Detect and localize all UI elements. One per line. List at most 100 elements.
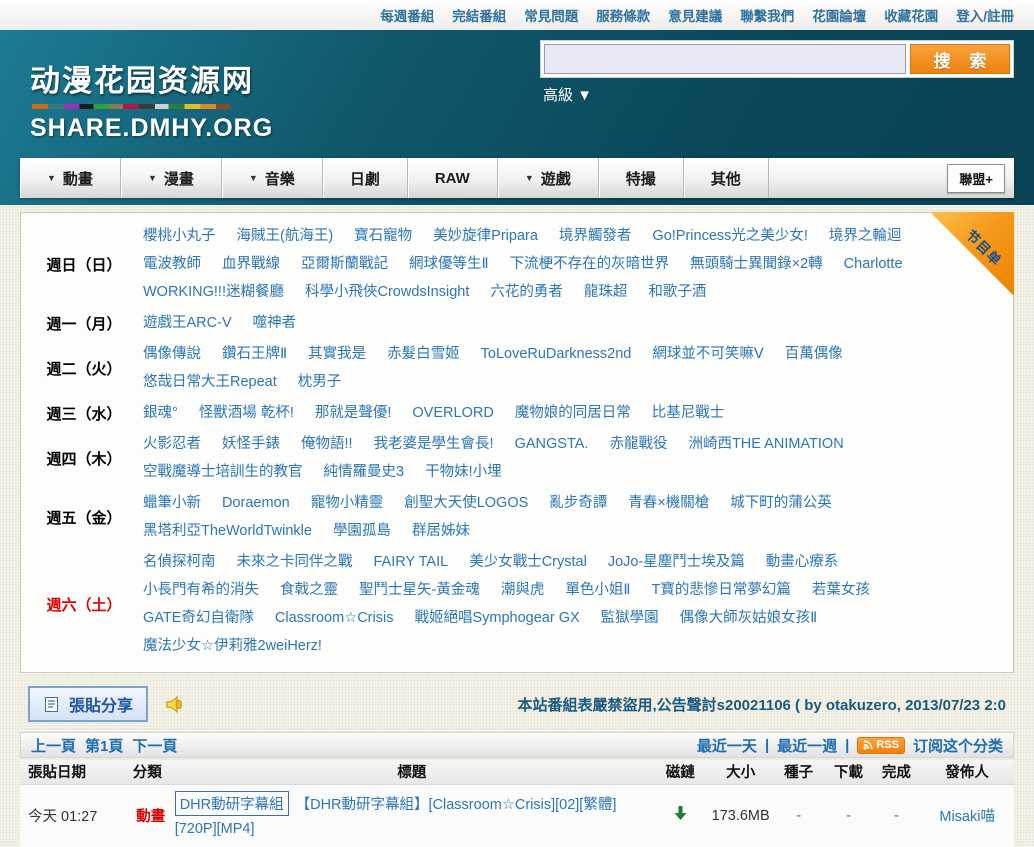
schedule-show-link[interactable]: 美少女戰士Crystal xyxy=(469,552,587,573)
recent-week-link[interactable]: 最近一週 xyxy=(777,735,837,756)
schedule-show-link[interactable]: 科學小飛俠CrowdsInsight xyxy=(305,282,469,303)
schedule-show-link[interactable]: 亞爾斯蘭戰記 xyxy=(301,254,388,275)
schedule-show-link[interactable]: 赤髮白雪姬 xyxy=(387,344,460,365)
top-nav-link[interactable]: 完結番組 xyxy=(452,5,506,25)
schedule-show-link[interactable]: 學園孤島 xyxy=(333,521,391,542)
schedule-show-link[interactable]: 境界觸發者 xyxy=(559,226,632,247)
schedule-show-link[interactable]: 名偵探柯南 xyxy=(143,552,216,573)
schedule-show-link[interactable]: 創聖大天使LOGOS xyxy=(404,493,528,514)
advanced-search-toggle[interactable]: 高級 ▼ xyxy=(543,84,592,105)
schedule-show-link[interactable]: 噬神者 xyxy=(253,313,297,334)
column-header[interactable]: 標題 xyxy=(172,760,652,784)
schedule-show-link[interactable]: 比基尼戰士 xyxy=(652,403,725,424)
schedule-show-link[interactable]: 若葉女孩 xyxy=(812,580,870,601)
schedule-show-link[interactable]: 網球並不可笑嘛Ⅴ xyxy=(652,344,763,365)
menu-item[interactable]: ▼遊戲 xyxy=(498,158,599,198)
schedule-show-link[interactable]: 海賊王(航海王) xyxy=(237,226,334,247)
column-header[interactable]: 完成 xyxy=(872,760,920,784)
schedule-show-link[interactable]: 悠哉日常大王Repeat xyxy=(143,372,277,393)
schedule-show-link[interactable]: 魔法少女☆伊莉雅2weiHerz! xyxy=(143,636,322,657)
schedule-show-link[interactable]: 戰姬絕唱Symphogear GX xyxy=(414,608,579,629)
prev-page-link[interactable]: 上一頁 xyxy=(31,735,76,756)
schedule-show-link[interactable]: ToLoveRuDarkness2nd xyxy=(481,344,632,365)
schedule-show-link[interactable]: Doraemon xyxy=(222,493,290,514)
menu-item[interactable]: ▼動畫 xyxy=(20,158,121,198)
top-nav-link[interactable]: 登入/註冊 xyxy=(956,5,1014,25)
schedule-show-link[interactable]: 境界之輪迴 xyxy=(829,226,902,247)
schedule-show-link[interactable]: JoJo-星塵鬥士埃及篇 xyxy=(608,552,745,573)
top-nav-link[interactable]: 服務條款 xyxy=(596,5,650,25)
schedule-show-link[interactable]: 鑽石王牌Ⅱ xyxy=(222,344,287,365)
search-button[interactable]: 搜 索 xyxy=(910,44,1010,74)
top-nav-link[interactable]: 常見問題 xyxy=(524,5,578,25)
schedule-show-link[interactable]: 我老婆是學生會長! xyxy=(374,434,494,455)
schedule-show-link[interactable]: 食戟之靈 xyxy=(280,580,338,601)
schedule-show-link[interactable]: 下流梗不存在的灰暗世界 xyxy=(510,254,670,275)
schedule-show-link[interactable]: 偶像大師灰姑娘女孩Ⅱ xyxy=(680,608,818,629)
schedule-show-link[interactable]: 其實我是 xyxy=(308,344,366,365)
top-nav-link[interactable]: 花園論壇 xyxy=(812,5,866,25)
schedule-show-link[interactable]: 純情羅曼史3 xyxy=(324,462,405,483)
menu-item[interactable]: 其他 xyxy=(684,158,769,198)
schedule-show-link[interactable]: 魔物娘的同居日常 xyxy=(515,403,631,424)
schedule-show-link[interactable]: 監獄學園 xyxy=(601,608,659,629)
schedule-show-link[interactable]: 潮與虎 xyxy=(501,580,545,601)
schedule-show-link[interactable]: 洲崎西THE ANIMATION xyxy=(688,434,843,455)
schedule-show-link[interactable]: 血界戰線 xyxy=(222,254,280,275)
schedule-show-link[interactable]: 群居姊妹 xyxy=(412,521,470,542)
schedule-show-link[interactable]: 俺物語!! xyxy=(301,434,353,455)
schedule-show-link[interactable]: OVERLORD xyxy=(412,403,493,424)
schedule-show-link[interactable]: 干物妹!小埋 xyxy=(425,462,502,483)
schedule-show-link[interactable]: 偶像傳說 xyxy=(143,344,201,365)
publisher-link[interactable]: Misaki喵 xyxy=(939,809,995,825)
schedule-show-link[interactable]: 那就是聲優! xyxy=(315,403,392,424)
schedule-show-link[interactable]: 小長門有希的消失 xyxy=(143,580,259,601)
schedule-show-link[interactable]: 火影忍者 xyxy=(143,434,201,455)
rss-icon[interactable]: RSS xyxy=(857,737,905,754)
schedule-show-link[interactable]: 百萬偶像 xyxy=(785,344,843,365)
next-page-link[interactable]: 下一頁 xyxy=(132,735,177,756)
column-header[interactable]: 磁鏈 xyxy=(652,760,709,784)
team-link[interactable]: DHR動研字幕組 xyxy=(175,791,289,816)
schedule-show-link[interactable]: 黑塔利亞TheWorldTwinkle xyxy=(143,521,312,542)
menu-item[interactable]: RAW xyxy=(408,158,498,198)
schedule-show-link[interactable]: 聖鬥士星矢-黃金魂 xyxy=(359,580,480,601)
schedule-show-link[interactable]: 無頭騎士異聞錄×2轉 xyxy=(690,254,823,275)
schedule-show-link[interactable]: 和歌子酒 xyxy=(648,282,706,303)
schedule-show-link[interactable]: Classroom☆Crisis xyxy=(275,608,394,629)
column-header[interactable]: 分類 xyxy=(130,760,172,784)
download-arrow-icon[interactable] xyxy=(674,806,687,821)
schedule-show-link[interactable]: FAIRY TAIL xyxy=(374,552,449,573)
subscribe-category-link[interactable]: 订阅这个分类 xyxy=(913,735,1003,756)
column-header[interactable]: 張貼日期 xyxy=(20,760,130,784)
schedule-show-link[interactable]: 青春×機關槍 xyxy=(628,493,709,514)
schedule-show-link[interactable]: T寶的悲慘日常夢幻篇 xyxy=(651,580,790,601)
schedule-show-link[interactable]: GATE奇幻自衛隊 xyxy=(143,608,254,629)
schedule-show-link[interactable]: Charlotte xyxy=(844,254,903,275)
schedule-show-link[interactable]: 城下町的蒲公英 xyxy=(730,493,832,514)
alliance-button[interactable]: 聯盟+ xyxy=(947,164,1005,193)
schedule-show-link[interactable]: WORKING!!!迷糊餐廳 xyxy=(143,282,284,303)
schedule-show-link[interactable]: 寵物小精靈 xyxy=(311,493,384,514)
site-logo[interactable]: 动漫花园资源网 SHARE.DMHY.ORG xyxy=(30,56,273,143)
top-nav-link[interactable]: 收藏花園 xyxy=(884,5,938,25)
menu-item[interactable]: 日劇 xyxy=(323,158,408,198)
schedule-show-link[interactable]: 櫻桃小丸子 xyxy=(143,226,216,247)
menu-item[interactable]: ▼音樂 xyxy=(222,158,323,198)
schedule-show-link[interactable]: GANGSTA. xyxy=(515,434,589,455)
category-link[interactable]: 動畫 xyxy=(136,809,165,825)
top-nav-link[interactable]: 意見建議 xyxy=(668,5,722,25)
column-header[interactable]: 發佈人 xyxy=(920,760,1014,784)
menu-item[interactable]: 特撮 xyxy=(599,158,684,198)
schedule-ribbon[interactable]: 节目单 xyxy=(930,212,1014,296)
column-header[interactable]: 種子 xyxy=(773,760,825,784)
schedule-show-link[interactable]: 動畫心療系 xyxy=(766,552,839,573)
schedule-show-link[interactable]: Go!Princess光之美少女! xyxy=(652,226,808,247)
schedule-show-link[interactable]: 龍珠超 xyxy=(584,282,628,303)
column-header[interactable]: 大小 xyxy=(709,760,773,784)
schedule-show-link[interactable]: 赤龍戰役 xyxy=(609,434,667,455)
top-nav-link[interactable]: 聯繫我們 xyxy=(740,5,794,25)
menu-item[interactable]: ▼漫畫 xyxy=(121,158,222,198)
schedule-show-link[interactable]: 網球優等生Ⅱ xyxy=(409,254,489,275)
top-nav-link[interactable]: 每週番組 xyxy=(380,5,434,25)
